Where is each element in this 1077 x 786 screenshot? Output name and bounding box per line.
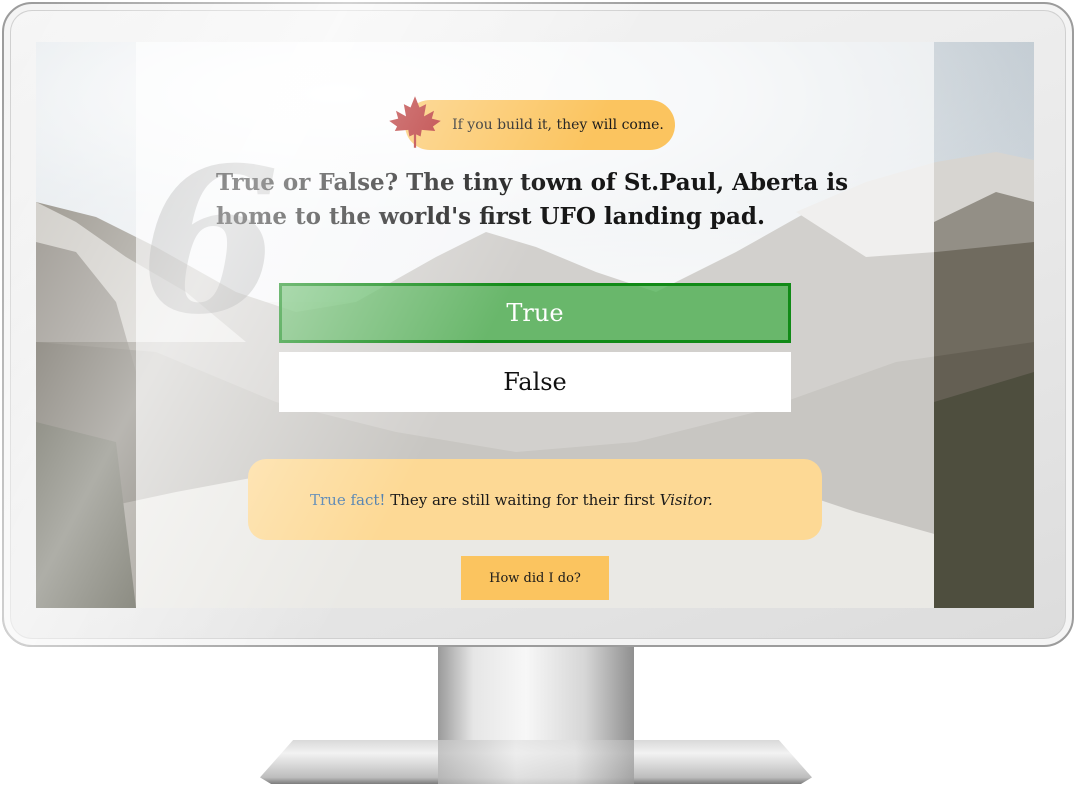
- feedback-content: True fact! They are still waiting for th…: [248, 491, 713, 509]
- how-did-i-do-button[interactable]: How did I do?: [461, 556, 609, 600]
- monitor-stand-neck: [438, 647, 634, 743]
- answer-feedback-box: True fact! They are still waiting for th…: [248, 459, 822, 540]
- answer-false-button[interactable]: False: [279, 352, 791, 412]
- monitor-screen: 6 If you build it, they will come. True …: [36, 42, 1034, 608]
- feedback-text: They are still waiting for their first: [385, 490, 660, 509]
- feedback-label: True fact!: [310, 490, 386, 509]
- monitor-stand-base-highlight: [438, 740, 634, 784]
- answer-true-button[interactable]: True: [279, 283, 791, 343]
- tagline-badge: If you build it, they will come.: [389, 96, 675, 150]
- feedback-emphasis: Visitor.: [659, 490, 713, 509]
- question-text: True or False? The tiny town of St.Paul,…: [216, 169, 849, 230]
- tagline-text: If you build it, they will come.: [452, 117, 664, 133]
- maple-leaf-icon: [389, 96, 441, 148]
